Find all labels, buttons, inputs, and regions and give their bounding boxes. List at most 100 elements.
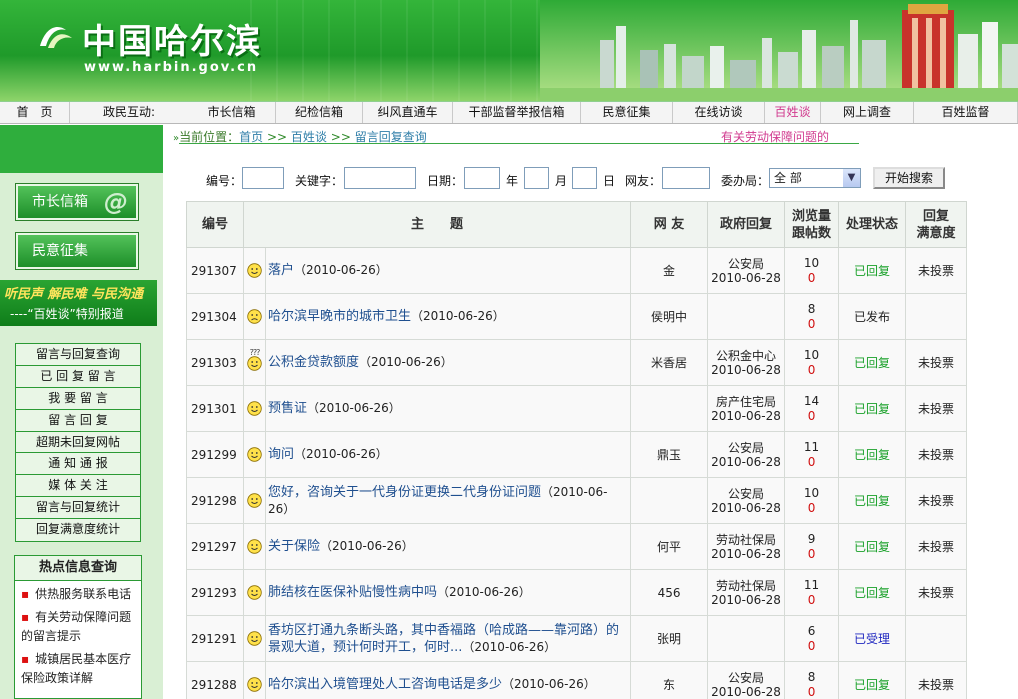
id-input[interactable] xyxy=(242,167,284,189)
sidebar-menu-item[interactable]: 媒 体 关 注 xyxy=(16,475,140,498)
nav-item[interactable]: 市长信箱 xyxy=(188,102,276,123)
view-count: 9 xyxy=(807,531,816,546)
hot-info-link[interactable]: ▪ 有关劳动保障问题的留言提示 xyxy=(15,604,141,646)
header-satisfaction: 回复 满意度 xyxy=(905,201,968,248)
nav-item[interactable]: 民意征集 xyxy=(581,102,673,123)
smile-face-icon xyxy=(243,569,266,616)
sidebar-menu-item[interactable]: 回复满意度统计 xyxy=(16,519,140,542)
slogan-line-2: ----“百姓谈”特别报道 xyxy=(10,307,124,321)
topic-link[interactable]: 公积金贷款额度 xyxy=(268,355,359,370)
nav-item[interactable]: 首 页 xyxy=(0,102,70,123)
row-satisfaction: 未投票 xyxy=(905,523,968,570)
topic-link[interactable]: 香坊区打通九条断头路，其中香福路（哈成路——靠河路）的景观大道，预计何时开工，何… xyxy=(268,623,619,655)
row-status: 已回复 xyxy=(838,523,907,570)
bureau-label: 委办局： xyxy=(721,174,770,188)
row-counts: 11 0 xyxy=(784,569,840,616)
hot-info-link[interactable]: ▪ 城镇居民基本医疗保险政策详解 xyxy=(15,646,141,688)
row-user: 何平 xyxy=(630,523,709,570)
row-topic: 您好，咨询关于一代身份证更换二代身份证问题（2010-06-26） xyxy=(264,477,632,524)
sidebar-menu-item[interactable]: 留言与回复查询 xyxy=(16,344,140,366)
row-counts: 80 xyxy=(784,661,840,699)
hot-info-link[interactable]: ▪ 供热服务联系电话 xyxy=(15,581,141,604)
opinion-collection-button[interactable]: 民意征集 xyxy=(16,233,138,269)
sidebar-menu-item[interactable]: 留 言 回 复 xyxy=(16,409,140,432)
smile-face-icon xyxy=(243,523,266,570)
row-user: 鼎玉 xyxy=(630,431,709,478)
special-report-banner[interactable]: 听民声 解民难 与民沟通 ----“百姓谈”特别报道 xyxy=(0,280,157,326)
smile-face-icon xyxy=(243,615,266,662)
view-count: 10 xyxy=(803,485,820,500)
topic-link[interactable]: 询问 xyxy=(268,447,294,462)
nav-item[interactable]: 纠风直通车 xyxy=(363,102,453,123)
bureau-select[interactable]: 全 部 ▼ xyxy=(769,168,861,188)
month-input[interactable] xyxy=(524,167,549,189)
nav-item[interactable]: 网上调查 xyxy=(821,102,914,123)
reply-count: 0 xyxy=(807,270,816,285)
topic-link[interactable]: 肺结核在医保补贴慢性病中吗 xyxy=(268,585,437,600)
nav-item: 政民互动: xyxy=(102,105,156,119)
row-topic: 关于保险（2010-06-26） xyxy=(264,523,632,570)
hot-info-label: 城镇居民基本医疗保险政策详解 xyxy=(21,652,132,685)
header-views: 浏览量 跟帖数 xyxy=(784,201,840,248)
topic-link[interactable]: 关于保险 xyxy=(268,539,320,554)
header-satisfaction-line1: 回复 xyxy=(923,208,950,224)
sidebar-menu-item[interactable]: 已 回 复 留 言 xyxy=(16,365,140,388)
row-user xyxy=(630,385,709,432)
gov-reply-date: 2010-06-28 xyxy=(711,592,781,607)
id-label: 编号： xyxy=(206,174,243,188)
bullet-icon: ▪ xyxy=(21,610,30,624)
nav-item[interactable]: 百姓监督 xyxy=(914,102,1018,123)
gov-department: 公安局 xyxy=(728,486,765,501)
topic-link[interactable]: 落户 xyxy=(268,263,294,278)
nav-item[interactable]: 纪检信箱 xyxy=(276,102,363,123)
topic-link[interactable]: 预售证 xyxy=(268,401,307,416)
row-user: 张明 xyxy=(630,615,709,662)
breadcrumb-level2-link[interactable]: 留言回复查询 xyxy=(355,130,427,144)
day-input[interactable] xyxy=(572,167,597,189)
year-input[interactable] xyxy=(464,167,500,189)
gov-department: 公积金中心 xyxy=(716,348,777,363)
topic-link[interactable]: 哈尔滨出入境管理处人工咨询电话是多少 xyxy=(268,677,502,692)
bullet-icon: ▪ xyxy=(21,587,30,601)
view-count: 10 xyxy=(803,347,820,362)
row-topic: 预售证（2010-06-26） xyxy=(264,385,632,432)
reply-count: 0 xyxy=(807,592,816,607)
row-gov-reply: 公积金中心 2010-06-28 xyxy=(707,339,786,386)
topic-link[interactable]: 您好，咨询关于一代身份证更换二代身份证问题 xyxy=(268,485,541,500)
nav-item[interactable]: 干部监督举报信箱 xyxy=(453,102,581,123)
main-content: »当前位置：首页 >> 百姓谈 >> 留言回复查询 有关劳动保障问题的 编号： … xyxy=(163,125,1018,699)
header-id: 编号 xyxy=(186,201,244,248)
nav-item[interactable]: 百姓谈 xyxy=(765,102,821,123)
user-input[interactable] xyxy=(662,167,710,189)
breadcrumb-home-link[interactable]: 首页 xyxy=(239,130,263,144)
row-status: 已发布 xyxy=(838,293,907,340)
table-row: 291307 落户（2010-06-26）金公安局 2010-06-28 10 0 已回复… xyxy=(186,247,968,294)
sidebar-menu-item[interactable]: 通 知 通 报 xyxy=(16,453,140,476)
gov-reply-date: 2010-06-28 xyxy=(711,454,781,469)
row-user: 456 xyxy=(630,569,709,616)
chevron-down-icon[interactable]: ▼ xyxy=(843,169,860,187)
keyword-input[interactable] xyxy=(344,167,416,189)
topic-link[interactable]: 哈尔滨早晚市的城市卫生 xyxy=(268,309,411,324)
row-topic: 哈尔滨早晚市的城市卫生（2010-06-26） xyxy=(264,293,632,340)
sidebar-menu-item[interactable]: 我 要 留 言 xyxy=(16,387,140,410)
view-count: 10 xyxy=(803,255,820,270)
topic-date: （2010-06-26） xyxy=(359,355,453,369)
hot-info-box: 热点信息查询 ▪ 供热服务联系电话 ▪ 有关劳动保障问题的留言提示 ▪ 城镇居民基本医疗保… xyxy=(14,555,142,699)
row-status: 已回复 xyxy=(838,431,907,478)
mayor-mailbox-button[interactable]: 市长信箱 @ xyxy=(16,184,138,220)
row-id: 291298 xyxy=(186,477,244,524)
sidebar-menu-item[interactable]: 留言与回复统计 xyxy=(16,497,140,520)
row-id: 291301 xyxy=(186,385,244,432)
hot-info-title: 热点信息查询 xyxy=(15,556,141,581)
table-row: 291297 关于保险（2010-06-26） 何平 劳动社保局 2010-06-28 9… xyxy=(186,523,968,570)
row-user: 东 xyxy=(630,661,709,699)
view-count: 8 xyxy=(807,301,816,316)
topic-date: （2010-06-26） xyxy=(411,309,505,323)
gov-department: 劳动社保局 xyxy=(716,578,777,593)
nav-item[interactable]: 在线访谈 xyxy=(673,102,765,123)
sidebar-menu-item[interactable]: 超期未回复网帖 xyxy=(16,431,140,454)
reply-count: 0 xyxy=(807,316,816,331)
breadcrumb-level1-link[interactable]: 百姓谈 xyxy=(291,130,327,144)
search-button[interactable]: 开始搜索 xyxy=(873,167,945,189)
